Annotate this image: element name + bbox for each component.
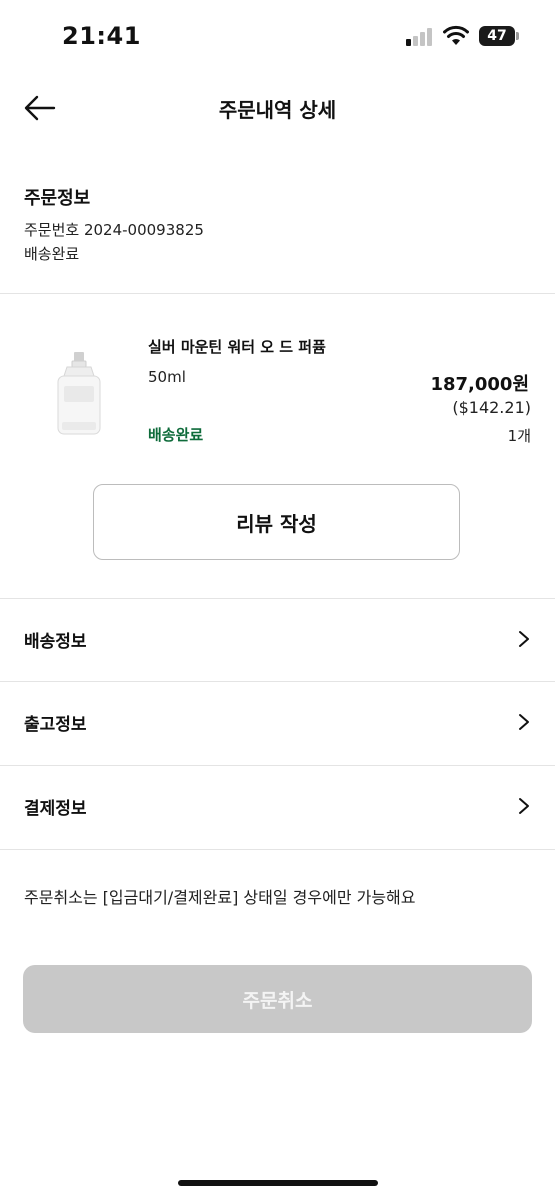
battery-indicator: 47 [479,26,515,46]
product-option: 50ml [148,368,186,386]
payment-info-row[interactable]: 결제정보 [0,766,555,848]
wifi-icon [443,25,469,45]
shipping-info-row[interactable]: 배송정보 [0,599,555,681]
app-header: 주문내역 상세 [0,72,555,144]
release-info-row[interactable]: 출고정보 [0,682,555,764]
product-price: 187,000원 [430,374,529,395]
cancel-order-button[interactable]: 주문취소 [23,965,532,1033]
divider [0,293,555,294]
cellular-signal-icon [406,28,432,46]
perfume-bottle-image [57,352,101,435]
row-label: 출고정보 [24,715,87,735]
order-number: 주문번호 2024-00093825 [24,221,204,239]
order-status: 배송완료 [24,245,80,263]
write-review-button[interactable]: 리뷰 작성 [93,484,460,560]
row-label: 결제정보 [24,799,87,819]
row-label: 배송정보 [24,632,87,652]
product-quantity: 1개 [507,427,531,445]
order-info-section: 주문정보 주문번호 2024-00093825 배송완료 [24,184,204,266]
home-indicator[interactable] [178,1180,378,1186]
chevron-right-icon [519,798,529,814]
status-time: 21:41 [62,22,141,50]
chevron-right-icon [519,631,529,647]
order-info-title: 주문정보 [24,188,91,209]
divider [0,849,555,850]
cancel-notice-text: 주문취소는 [입금대기/결제완료] 상태일 경우에만 가능해요 [24,888,416,907]
battery-tip [516,32,519,40]
page-title: 주문내역 상세 [218,98,337,122]
product-price-usd: ($142.21) [452,398,531,417]
status-bar: 21:41 47 [0,0,555,72]
product-status-badge: 배송완료 [148,426,204,444]
product-name[interactable]: 실버 마운틴 워터 오 드 퍼퓸 [148,336,326,357]
chevron-right-icon [519,714,529,730]
